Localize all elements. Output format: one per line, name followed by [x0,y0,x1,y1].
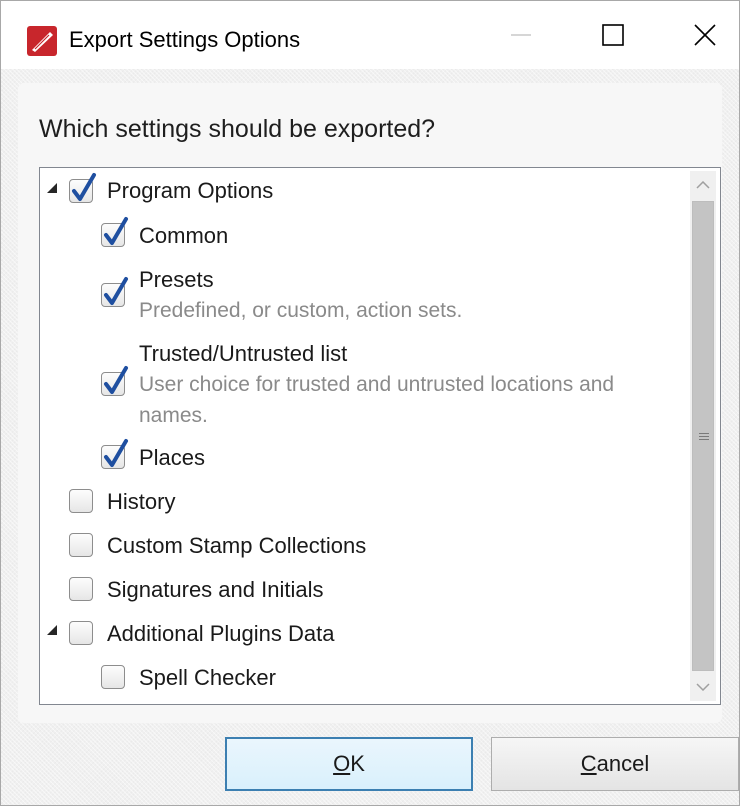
checkbox-history[interactable] [69,489,93,513]
checkbox-places[interactable] [101,439,128,469]
tree-item-label: Places [139,445,206,470]
checkmark-icon [104,439,128,467]
app-icon [27,26,57,56]
checkbox-program-options[interactable] [69,173,96,203]
scroll-up-button[interactable] [690,171,716,199]
minimize-button[interactable] [475,1,567,69]
scroll-grip [699,439,709,440]
tree-item-description: names. [139,404,208,427]
tree-item-label: Spell Checker [139,665,276,690]
vertical-scrollbar[interactable] [690,171,716,701]
tree-item-description: User choice for trusted and untrusted lo… [139,373,615,396]
checkmark-icon [104,277,128,305]
tree-item-description: Predefined, or custom, action sets. [139,299,463,322]
checkbox-trusted-untrusted-list[interactable] [101,366,128,396]
checkbox-common[interactable] [101,217,128,247]
expand-arrow-icon[interactable] [47,625,57,635]
tree-item-label: Custom Stamp Collections [107,533,367,558]
ok-button-label: OK [333,751,365,776]
tree-item-label: Presets [139,267,214,292]
cancel-button[interactable]: Cancel [491,737,739,791]
tree-item-label: History [107,489,176,514]
tree-item-label: Common [139,223,229,248]
close-icon [694,24,716,46]
tree-item-label: Program Options [107,178,274,203]
title-bar[interactable]: Export Settings Options [1,1,739,69]
maximize-button[interactable] [567,1,659,69]
scroll-grip [699,433,709,434]
checkbox-custom-stamp-collections[interactable] [69,533,93,557]
cancel-button-label: Cancel [580,751,650,776]
scroll-thumb[interactable] [692,201,714,671]
close-button[interactable] [659,1,739,69]
maximize-icon [602,24,624,46]
checkmark-icon [104,217,128,245]
scroll-down-arrow-icon [696,683,710,691]
export-settings-dialog: Export Settings Options Which settings s… [0,0,740,806]
checkmark-icon [72,173,96,201]
dialog-question: Which settings should be exported? [39,115,436,143]
scroll-up-arrow-icon [696,181,710,189]
checkbox-additional-plugins-data[interactable] [69,621,93,645]
minimize-icon [511,34,531,36]
tree-item-label: Signatures and Initials [107,577,324,602]
scroll-down-button[interactable] [690,673,716,701]
scroll-grip [699,436,709,437]
checkmark-icon [104,366,128,394]
checkbox-spell-checker[interactable] [101,665,125,689]
window-title: Export Settings Options [69,27,301,52]
tree-item-label: Additional Plugins Data [107,621,335,646]
checkbox-presets[interactable] [101,277,128,307]
ok-button[interactable]: OK [225,737,473,791]
tree-item-label: Trusted/Untrusted list [139,341,348,366]
expand-arrow-icon[interactable] [47,183,57,193]
checkbox-signatures-and-initials[interactable] [69,577,93,601]
